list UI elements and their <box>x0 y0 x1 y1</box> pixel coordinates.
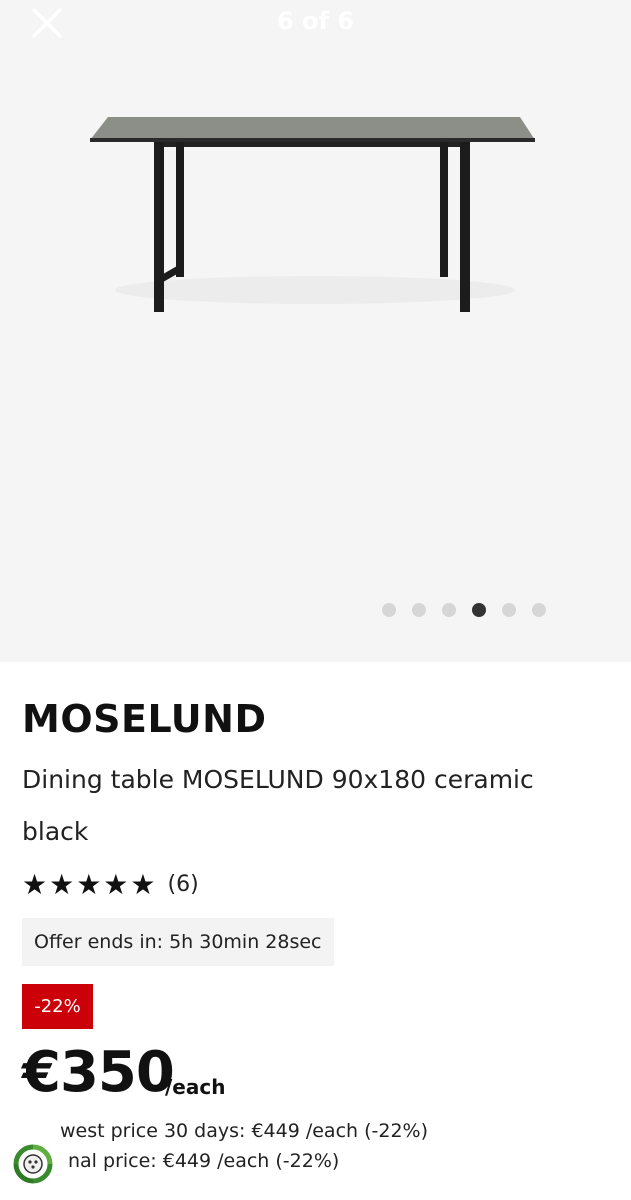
image-counter: 6 of 6 <box>276 7 355 35</box>
product-description: Dining table MOSELUND 90x180 ceramic bla… <box>22 765 534 846</box>
rating-stars: ★★★★★ <box>22 868 158 901</box>
pagination-dot-active[interactable] <box>472 603 486 617</box>
product-name: MOSELUND <box>22 697 267 741</box>
pagination-dot[interactable] <box>502 603 516 617</box>
pagination-dot[interactable] <box>532 603 546 617</box>
eco-badge-icon[interactable] <box>6 1137 60 1191</box>
pagination-dot[interactable] <box>412 603 426 617</box>
pagination-dot[interactable] <box>442 603 456 617</box>
image-gallery[interactable]: 6 of 6 <box>0 0 631 662</box>
price-unit: /each <box>165 1075 226 1099</box>
product-rating[interactable]: ★★★★★ (6) <box>22 868 199 901</box>
pagination-dot[interactable] <box>382 603 396 617</box>
lowest-price-30-days: west price 30 days: €449 /each (-22%) <box>60 1120 429 1142</box>
original-price: nal price: €449 /each (-22%) <box>68 1150 340 1172</box>
product-price: €350 <box>22 1040 175 1105</box>
discount-badge: -22% <box>22 984 93 1029</box>
review-count[interactable]: (6) <box>168 872 199 897</box>
product-image <box>90 117 535 312</box>
offer-countdown: Offer ends in: 5h 30min 28sec <box>22 918 334 966</box>
gallery-pagination[interactable] <box>382 603 562 617</box>
